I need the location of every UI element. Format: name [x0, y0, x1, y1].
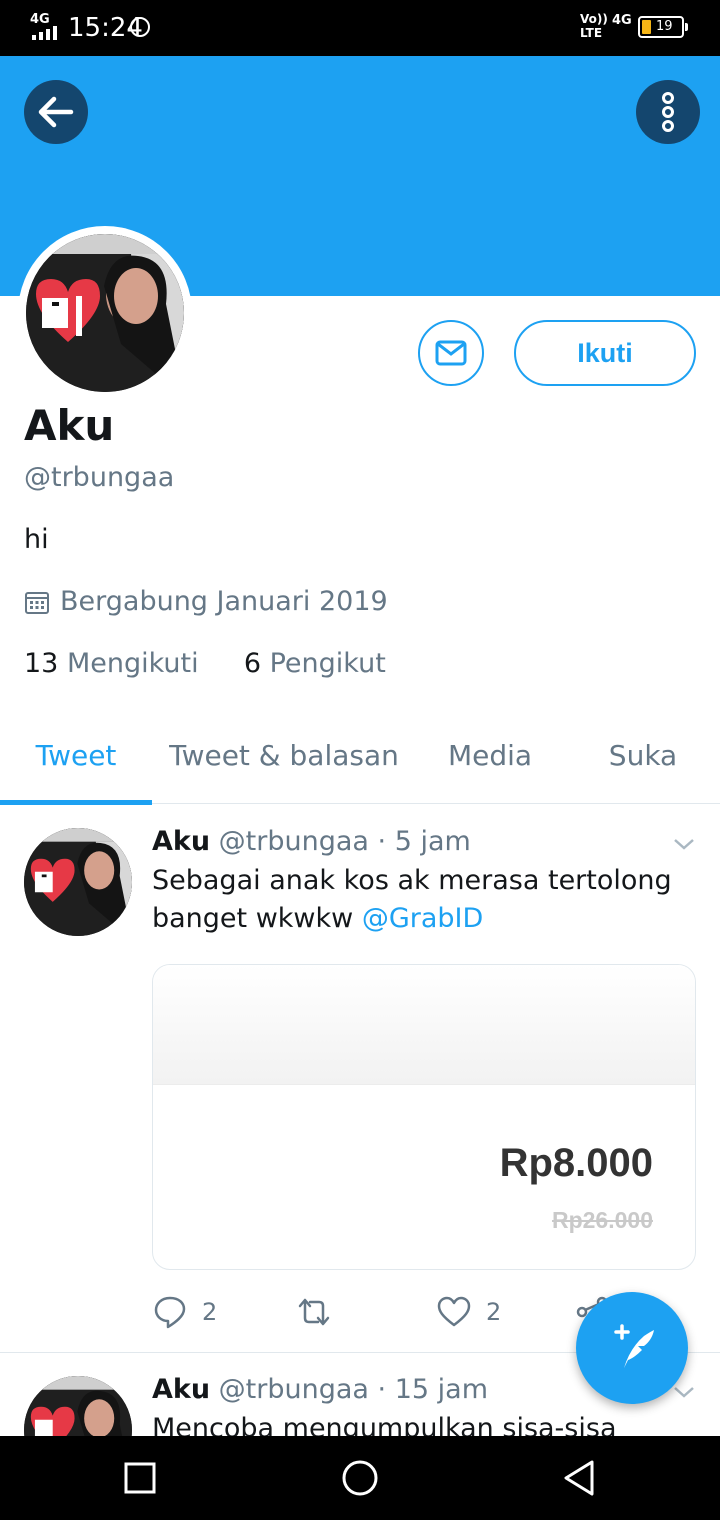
tweet-author-name: Aku	[152, 826, 211, 857]
reply-icon	[154, 1296, 186, 1329]
recent-apps-icon[interactable]	[118, 1456, 162, 1500]
back-nav-icon[interactable]	[558, 1456, 602, 1500]
tweet-header: Aku @trbungaa · 15 jam	[152, 1372, 488, 1408]
followers-label: Pengikut	[269, 648, 386, 679]
card-price: Rp8.000	[499, 1141, 653, 1185]
tweet-avatar[interactable]	[24, 828, 132, 936]
tweet-media-card[interactable]: Rp8.000 Rp26.000	[152, 964, 696, 1270]
profile-avatar[interactable]	[18, 226, 192, 400]
profile-bio: hi	[24, 524, 49, 555]
envelope-icon	[435, 340, 467, 366]
profile-handle: @trbungaa	[24, 462, 175, 493]
navigation-bar	[0, 1436, 720, 1520]
avatar-photo	[26, 234, 184, 392]
back-button[interactable]	[24, 80, 88, 144]
tweet-author-handle: @trbungaa	[218, 826, 369, 857]
tweet-author-name: Aku	[152, 1374, 211, 1405]
message-button[interactable]	[418, 320, 484, 386]
profile-tabs: Tweet Tweet & balasan Media Suka	[0, 710, 720, 805]
following-link[interactable]: 13 Mengikuti	[24, 648, 199, 679]
tab-tweet-balasan[interactable]: Tweet & balasan	[166, 710, 402, 804]
like-count: 2	[486, 1298, 502, 1326]
reply-count: 2	[202, 1298, 218, 1326]
join-date: Bergabung Januari 2019	[24, 584, 388, 620]
signal-icon	[32, 26, 62, 40]
follow-button[interactable]: Ikuti	[514, 320, 696, 386]
volte-indicator: Vo)) LTE	[580, 12, 608, 40]
status-bar: 4G 15:24 Vo)) LTE 4G 19	[0, 0, 720, 56]
mention-link[interactable]: @GrabID	[362, 903, 483, 934]
join-date-text: Bergabung Januari 2019	[60, 586, 388, 617]
heart-icon	[437, 1296, 471, 1327]
tab-suka[interactable]: Suka	[596, 710, 690, 804]
tweet-time: · 15 jam	[377, 1374, 488, 1405]
network-type: 4G	[30, 12, 50, 27]
tweet-time: · 5 jam	[377, 826, 471, 857]
tweet-header: Aku @trbungaa · 5 jam	[152, 824, 471, 860]
tab-media[interactable]: Media	[440, 710, 540, 804]
tab-tweet[interactable]: Tweet	[0, 710, 152, 805]
tweet-text: Sebagai anak kos ak merasa tertolong ban…	[152, 865, 672, 934]
profile-name: Aku	[24, 401, 115, 450]
following-label: Mengikuti	[66, 648, 199, 679]
compose-tweet-button[interactable]	[576, 1292, 688, 1404]
more-vertical-icon	[662, 92, 674, 132]
whatsapp-icon	[130, 17, 150, 37]
following-count: 13	[24, 648, 59, 679]
tweet-author-handle: @trbungaa	[218, 1374, 369, 1405]
calendar-icon	[25, 591, 49, 614]
network-type-right: 4G	[612, 13, 632, 28]
arrow-left-icon	[38, 96, 74, 128]
followers-link[interactable]: 6 Pengikut	[244, 648, 386, 679]
compose-feather-icon	[614, 1324, 654, 1368]
more-options-button[interactable]	[636, 80, 700, 144]
followers-count: 6	[243, 648, 261, 679]
follow-stats: 13 Mengikuti 6 Pengikut	[24, 646, 386, 682]
card-old-price: Rp26.000	[551, 1207, 653, 1233]
retweet-icon	[298, 1298, 330, 1326]
battery-icon: 19	[638, 16, 688, 38]
home-icon[interactable]	[338, 1456, 382, 1500]
battery-percent: 19	[656, 19, 673, 34]
chevron-down-icon[interactable]	[672, 836, 696, 852]
